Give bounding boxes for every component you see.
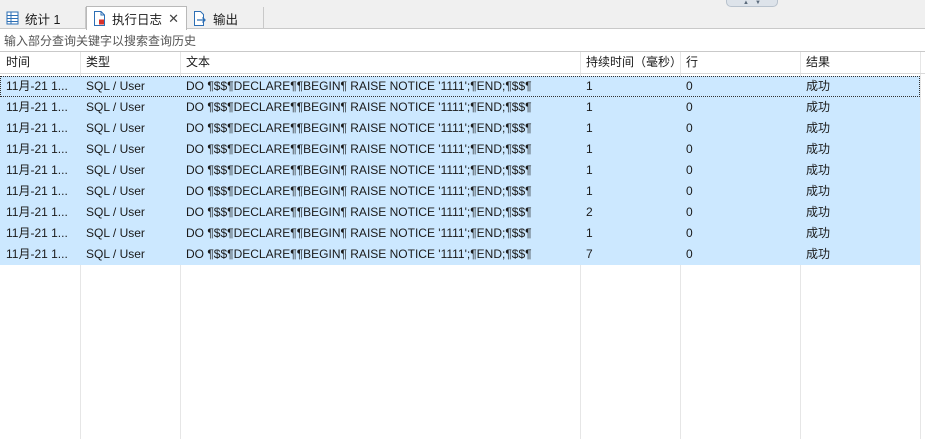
- cell-duration: 1: [586, 79, 593, 93]
- cell-duration: 1: [586, 100, 593, 114]
- table-row[interactable]: 11月-21 1... SQL / User DO ¶$$¶DECLARE¶¶B…: [0, 181, 920, 202]
- tab-output-label: 输出: [213, 12, 239, 27]
- column-header-text[interactable]: 文本: [180, 52, 580, 73]
- table-row[interactable]: 11月-21 1... SQL / User DO ¶$$¶DECLARE¶¶B…: [0, 244, 920, 265]
- table-icon: [6, 11, 19, 25]
- grid-header: 时间 类型 文本 持续时间（毫秒） 行 结果: [0, 52, 925, 74]
- cell-time: 11月-21 1...: [6, 121, 68, 135]
- cell-result: 成功: [806, 121, 831, 135]
- table-row[interactable]: 11月-21 1... SQL / User DO ¶$$¶DECLARE¶¶B…: [0, 223, 920, 244]
- cell-time: 11月-21 1...: [6, 205, 68, 219]
- column-header-time[interactable]: 时间: [0, 52, 80, 73]
- cell-text: DO ¶$$¶DECLARE¶¶BEGIN¶ RAISE NOTICE '111…: [186, 79, 532, 93]
- cell-rows: 0: [686, 79, 693, 93]
- cell-type: SQL / User: [86, 226, 145, 240]
- cell-rows: 0: [686, 100, 693, 114]
- cell-result: 成功: [806, 79, 831, 93]
- panel-collapse-handle[interactable]: ▲ ▼: [726, 0, 778, 7]
- cell-text: DO ¶$$¶DECLARE¶¶BEGIN¶ RAISE NOTICE '111…: [186, 247, 532, 261]
- table-row[interactable]: 11月-21 1... SQL / User DO ¶$$¶DECLARE¶¶B…: [0, 97, 920, 118]
- tab-output[interactable]: 输出: [187, 7, 264, 29]
- column-header-type[interactable]: 类型: [80, 52, 180, 73]
- cell-type: SQL / User: [86, 247, 145, 261]
- column-header-result[interactable]: 结果: [800, 52, 920, 73]
- cell-type: SQL / User: [86, 121, 145, 135]
- cell-duration: 1: [586, 163, 593, 177]
- cell-result: 成功: [806, 142, 831, 156]
- cell-text: DO ¶$$¶DECLARE¶¶BEGIN¶ RAISE NOTICE '111…: [186, 184, 532, 198]
- column-header-rows[interactable]: 行: [680, 52, 800, 73]
- cell-result: 成功: [806, 226, 831, 240]
- table-row[interactable]: 11月-21 1... SQL / User DO ¶$$¶DECLARE¶¶B…: [0, 202, 920, 223]
- cell-time: 11月-21 1...: [6, 79, 68, 93]
- close-tab-icon[interactable]: ✕: [168, 12, 179, 25]
- cell-rows: 0: [686, 142, 693, 156]
- cell-rows: 0: [686, 121, 693, 135]
- cell-result: 成功: [806, 247, 831, 261]
- cell-time: 11月-21 1...: [6, 163, 68, 177]
- grid-body: 11月-21 1... SQL / User DO ¶$$¶DECLARE¶¶B…: [0, 76, 920, 265]
- cell-time: 11月-21 1...: [6, 226, 68, 240]
- result-tab-strip: 统计 1 执行日志 ✕ 输出 ▲ ▼: [0, 0, 925, 30]
- cell-rows: 0: [686, 247, 693, 261]
- tab-execution-log[interactable]: 执行日志 ✕: [86, 6, 187, 30]
- export-document-icon: [193, 10, 207, 26]
- cell-type: SQL / User: [86, 79, 145, 93]
- cell-rows: 0: [686, 184, 693, 198]
- table-row[interactable]: 11月-21 1... SQL / User DO ¶$$¶DECLARE¶¶B…: [0, 160, 920, 181]
- cell-rows: 0: [686, 226, 693, 240]
- tab-statistics-label: 统计 1: [25, 12, 61, 27]
- cell-text: DO ¶$$¶DECLARE¶¶BEGIN¶ RAISE NOTICE '111…: [186, 205, 532, 219]
- chevron-up-icon: ▲: [743, 0, 749, 6]
- cell-type: SQL / User: [86, 100, 145, 114]
- cell-type: SQL / User: [86, 142, 145, 156]
- history-search-bar: [0, 30, 925, 52]
- cell-type: SQL / User: [86, 205, 145, 219]
- cell-duration: 1: [586, 121, 593, 135]
- cell-text: DO ¶$$¶DECLARE¶¶BEGIN¶ RAISE NOTICE '111…: [186, 226, 532, 240]
- cell-duration: 1: [586, 184, 593, 198]
- cell-time: 11月-21 1...: [6, 184, 68, 198]
- table-row[interactable]: 11月-21 1... SQL / User DO ¶$$¶DECLARE¶¶B…: [0, 139, 920, 160]
- cell-result: 成功: [806, 205, 831, 219]
- cell-duration: 1: [586, 226, 593, 240]
- cell-result: 成功: [806, 184, 831, 198]
- history-search-input[interactable]: [4, 33, 921, 48]
- cell-rows: 0: [686, 205, 693, 219]
- cell-time: 11月-21 1...: [6, 100, 68, 114]
- cell-result: 成功: [806, 100, 831, 114]
- cell-time: 11月-21 1...: [6, 247, 68, 261]
- cell-time: 11月-21 1...: [6, 142, 68, 156]
- cell-type: SQL / User: [86, 163, 145, 177]
- cell-type: SQL / User: [86, 184, 145, 198]
- cell-text: DO ¶$$¶DECLARE¶¶BEGIN¶ RAISE NOTICE '111…: [186, 142, 532, 156]
- cell-text: DO ¶$$¶DECLARE¶¶BEGIN¶ RAISE NOTICE '111…: [186, 100, 532, 114]
- cell-duration: 2: [586, 205, 593, 219]
- cell-text: DO ¶$$¶DECLARE¶¶BEGIN¶ RAISE NOTICE '111…: [186, 121, 532, 135]
- cell-duration: 1: [586, 142, 593, 156]
- execution-log-grid: 时间 类型 文本 持续时间（毫秒） 行 结果 11月-21 1... SQL /…: [0, 52, 925, 439]
- cell-result: 成功: [806, 163, 831, 177]
- column-header-duration[interactable]: 持续时间（毫秒）: [580, 52, 680, 73]
- table-row[interactable]: 11月-21 1... SQL / User DO ¶$$¶DECLARE¶¶B…: [0, 76, 920, 97]
- column-divider: [920, 52, 921, 439]
- chevron-down-icon: ▼: [755, 0, 761, 6]
- cell-text: DO ¶$$¶DECLARE¶¶BEGIN¶ RAISE NOTICE '111…: [186, 163, 532, 177]
- table-row[interactable]: 11月-21 1... SQL / User DO ¶$$¶DECLARE¶¶B…: [0, 118, 920, 139]
- cell-duration: 7: [586, 247, 593, 261]
- tab-execution-log-label: 执行日志: [112, 13, 163, 27]
- cell-rows: 0: [686, 163, 693, 177]
- tab-statistics[interactable]: 统计 1: [0, 7, 86, 29]
- log-document-icon: [93, 11, 106, 26]
